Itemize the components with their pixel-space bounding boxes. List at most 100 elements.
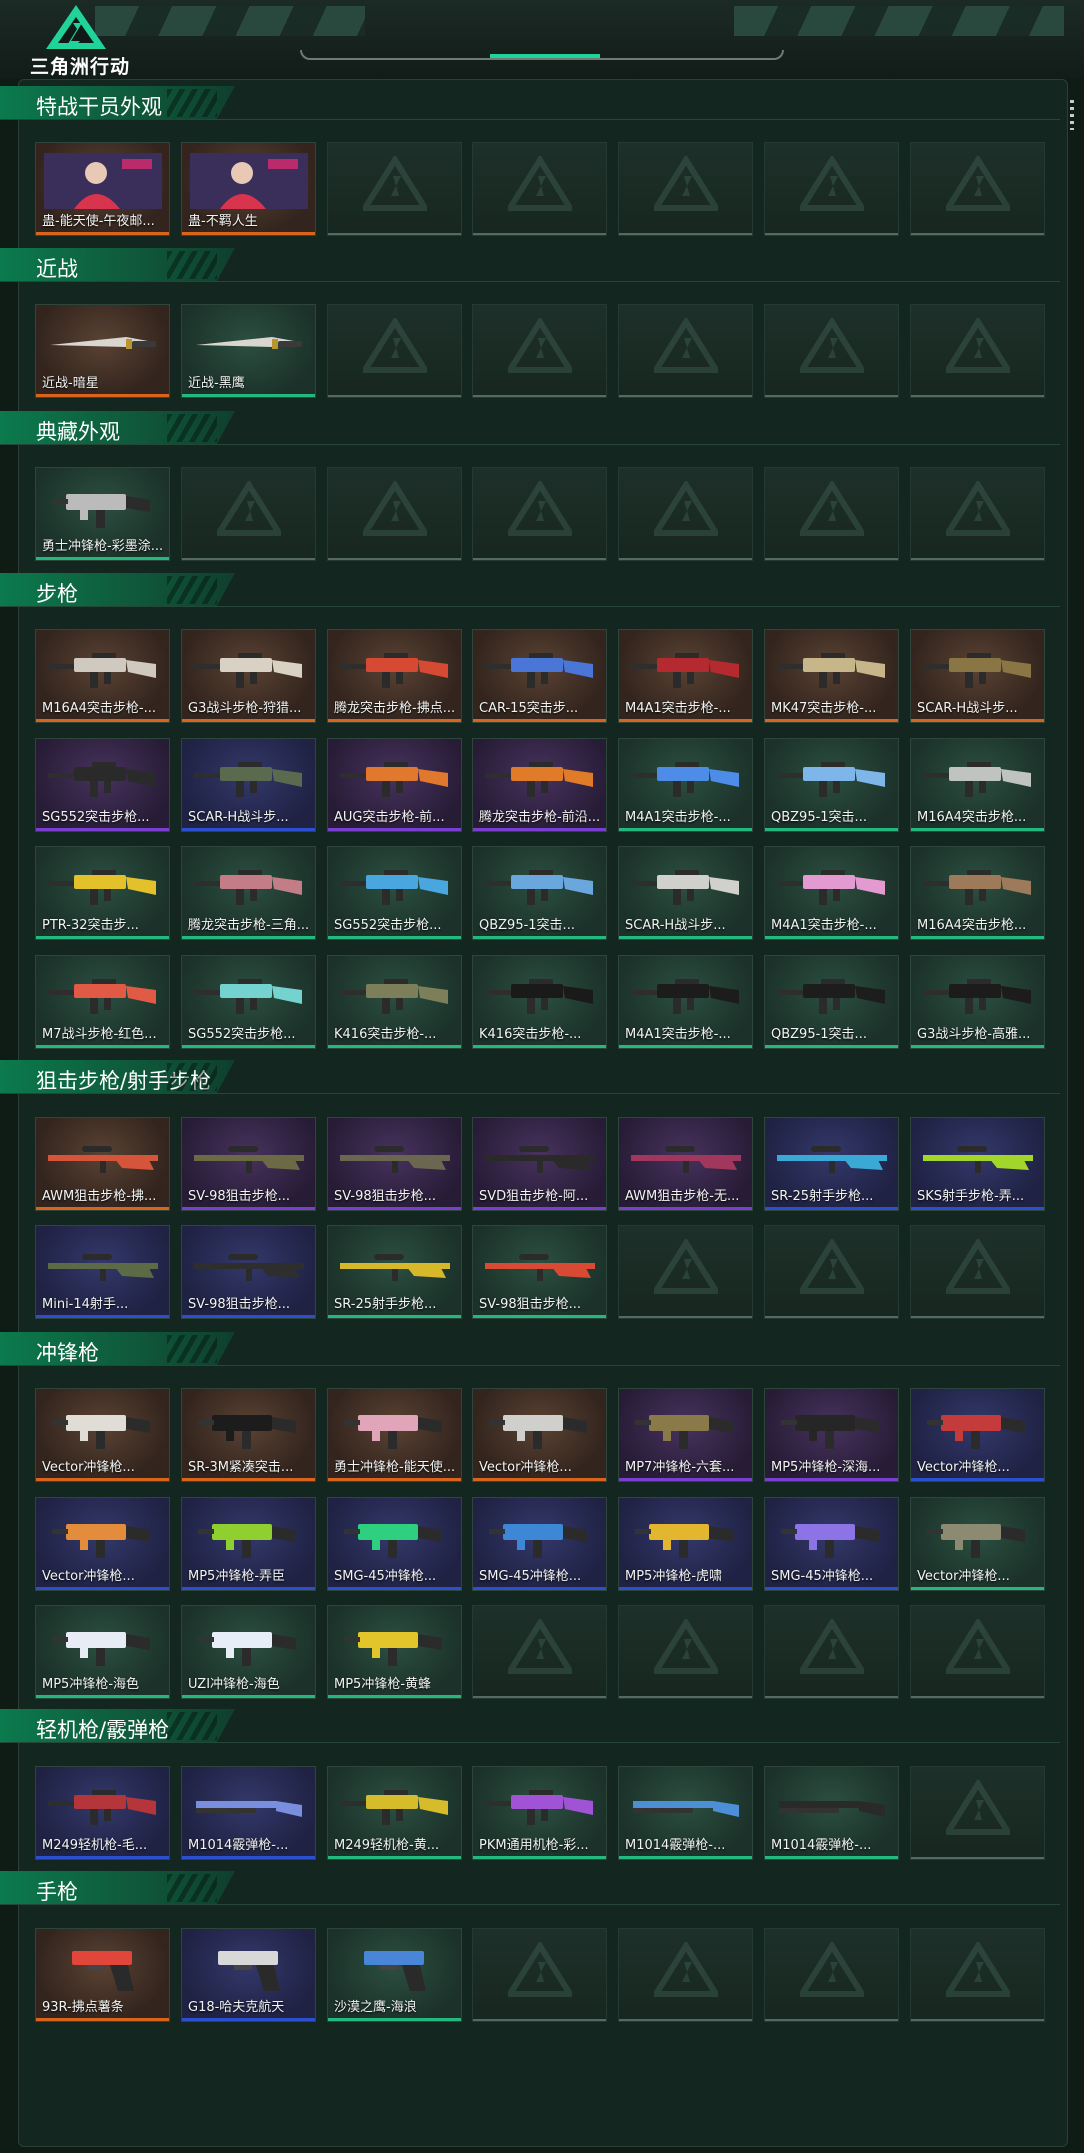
skin-card[interactable]: SMG-45冲锋枪...: [764, 1497, 899, 1591]
skin-card[interactable]: M16A4突击步枪...: [910, 738, 1045, 832]
skin-card[interactable]: SMG-45冲锋枪...: [472, 1497, 607, 1591]
skin-card[interactable]: 近战-暗星: [35, 304, 170, 398]
empty-slot: [618, 304, 753, 398]
skin-card[interactable]: M16A4突击步枪-...: [35, 629, 170, 723]
skin-card[interactable]: SV-98狙击步枪...: [181, 1225, 316, 1319]
skin-card[interactable]: MP7冲锋枪-六套...: [618, 1388, 753, 1482]
empty-slot: [764, 1605, 899, 1699]
skin-card[interactable]: K416突击步枪-...: [472, 955, 607, 1049]
skin-card[interactable]: M1014霰弹枪-...: [181, 1766, 316, 1860]
section-header: 狙击步枪/射手步枪: [0, 1060, 235, 1094]
skin-card[interactable]: M4A1突击步枪-...: [764, 846, 899, 940]
skin-card[interactable]: MP5冲锋枪-弄臣: [181, 1497, 316, 1591]
skin-name: 沙漠之鹰-海浪: [334, 2000, 417, 2015]
skin-card[interactable]: 93R-拂点薯条: [35, 1928, 170, 2022]
skin-card[interactable]: 蛊-不羁人生: [181, 142, 316, 236]
skin-card[interactable]: MP5冲锋枪-黄蜂: [327, 1605, 462, 1699]
skin-card[interactable]: M4A1突击步枪-...: [618, 955, 753, 1049]
rarity-bar: [765, 1207, 898, 1210]
skin-card[interactable]: MP5冲锋枪-海色: [35, 1605, 170, 1699]
skin-card[interactable]: M249轻机枪-毛...: [35, 1766, 170, 1860]
skin-card[interactable]: M7战斗步枪-红色...: [35, 955, 170, 1049]
skin-card[interactable]: 沙漠之鹰-海浪: [327, 1928, 462, 2022]
skin-card[interactable]: MK47突击步枪-...: [764, 629, 899, 723]
skin-card[interactable]: Vector冲锋枪...: [910, 1388, 1045, 1482]
rarity-bar: [182, 936, 315, 939]
skin-card[interactable]: 勇士冲锋枪-彩墨涂...: [35, 467, 170, 561]
skin-name: MP5冲锋枪-弄臣: [188, 1569, 286, 1584]
smg-icon: [198, 1415, 296, 1449]
skin-card[interactable]: QBZ95-1突击...: [764, 738, 899, 832]
rarity-bar: [36, 1478, 169, 1481]
skin-card[interactable]: SCAR-H战斗步...: [618, 846, 753, 940]
skin-card[interactable]: M249轻机枪-黄...: [327, 1766, 462, 1860]
skin-card[interactable]: SCAR-H战斗步...: [910, 629, 1045, 723]
skin-card[interactable]: G18-哈夫克航天: [181, 1928, 316, 2022]
skin-card[interactable]: SR-25射手步枪...: [764, 1117, 899, 1211]
skin-card[interactable]: 蛊-能天使-午夜邮...: [35, 142, 170, 236]
skin-name: Vector冲锋枪...: [917, 1569, 1010, 1584]
rarity-bar: [619, 1478, 752, 1481]
skin-card[interactable]: M1014霰弹枪-...: [618, 1766, 753, 1860]
skin-card[interactable]: Mini-14射手...: [35, 1225, 170, 1319]
skin-card[interactable]: SCAR-H战斗步...: [181, 738, 316, 832]
skin-card[interactable]: PTR-32突击步...: [35, 846, 170, 940]
skin-card[interactable]: M4A1突击步枪-...: [618, 738, 753, 832]
empty-slot: [327, 304, 462, 398]
skin-card[interactable]: 近战-黑鹰: [181, 304, 316, 398]
skin-card[interactable]: AWM狙击步枪-无...: [618, 1117, 753, 1211]
skin-name: 腾龙突击步枪-拂点...: [334, 701, 456, 716]
skin-card[interactable]: MP5冲锋枪-深海...: [764, 1388, 899, 1482]
rarity-bar: [182, 1478, 315, 1481]
slot-underline: [619, 395, 752, 397]
skin-card[interactable]: Vector冲锋枪...: [472, 1388, 607, 1482]
skin-card[interactable]: 腾龙突击步枪-前沿...: [472, 738, 607, 832]
skin-card[interactable]: SG552突击步枪...: [327, 846, 462, 940]
rifle-icon: [777, 653, 885, 688]
skin-card[interactable]: AUG突击步枪-前...: [327, 738, 462, 832]
skin-name: UZI冲锋枪-海色: [188, 1677, 280, 1692]
scroll-handle[interactable]: [1070, 100, 1074, 130]
skin-card[interactable]: M1014霰弹枪-...: [764, 1766, 899, 1860]
skin-name: M4A1突击步枪-...: [625, 810, 731, 825]
skin-card[interactable]: SG552突击步枪...: [181, 955, 316, 1049]
empty-slot-icon: [946, 481, 1010, 536]
skin-card[interactable]: SKS射手步枪-弄...: [910, 1117, 1045, 1211]
empty-slot-icon: [508, 481, 572, 536]
empty-slot: [910, 1928, 1045, 2022]
skin-card[interactable]: SV-98狙击步枪...: [472, 1225, 607, 1319]
skin-card[interactable]: 勇士冲锋枪-能天使...: [327, 1388, 462, 1482]
empty-slot-icon: [946, 1239, 1010, 1294]
skin-card[interactable]: G3战斗步枪-狩猎...: [181, 629, 316, 723]
skin-card[interactable]: Vector冲锋枪...: [910, 1497, 1045, 1591]
rarity-bar: [765, 1478, 898, 1481]
skin-card[interactable]: M16A4突击步枪...: [910, 846, 1045, 940]
skin-card[interactable]: MP5冲锋枪-虎啸: [618, 1497, 753, 1591]
skin-card[interactable]: SVD狙击步枪-阿...: [472, 1117, 607, 1211]
skin-card[interactable]: AWM狙击步枪-拂...: [35, 1117, 170, 1211]
skin-card[interactable]: K416突击步枪-...: [327, 955, 462, 1049]
skin-card[interactable]: 腾龙突击步枪-三角...: [181, 846, 316, 940]
skin-card[interactable]: Vector冲锋枪...: [35, 1497, 170, 1591]
skin-card[interactable]: PKM通用机枪-彩...: [472, 1766, 607, 1860]
skin-card[interactable]: 腾龙突击步枪-拂点...: [327, 629, 462, 723]
skin-card[interactable]: SR-3M紧凑突击...: [181, 1388, 316, 1482]
skin-card[interactable]: SMG-45冲锋枪...: [327, 1497, 462, 1591]
skin-card[interactable]: Vector冲锋枪...: [35, 1388, 170, 1482]
rarity-bar: [619, 1045, 752, 1048]
banner-rail-indicator: [490, 54, 600, 58]
skin-name: K416突击步枪-...: [479, 1027, 582, 1042]
skin-card[interactable]: CAR-15突击步...: [472, 629, 607, 723]
skin-card[interactable]: QBZ95-1突击...: [764, 955, 899, 1049]
skin-card[interactable]: SG552突击步枪...: [35, 738, 170, 832]
skin-card[interactable]: SR-25射手步枪...: [327, 1225, 462, 1319]
skin-card[interactable]: UZI冲锋枪-海色: [181, 1605, 316, 1699]
skin-card[interactable]: G3战斗步枪-高雅...: [910, 955, 1045, 1049]
rifle-icon: [923, 653, 1031, 688]
skin-card[interactable]: SV-98狙击步枪...: [181, 1117, 316, 1211]
skin-card[interactable]: QBZ95-1突击...: [472, 846, 607, 940]
section-title: 步枪: [36, 582, 78, 606]
skin-card[interactable]: SV-98狙击步枪...: [327, 1117, 462, 1211]
rarity-bar: [182, 719, 315, 722]
skin-card[interactable]: M4A1突击步枪-...: [618, 629, 753, 723]
